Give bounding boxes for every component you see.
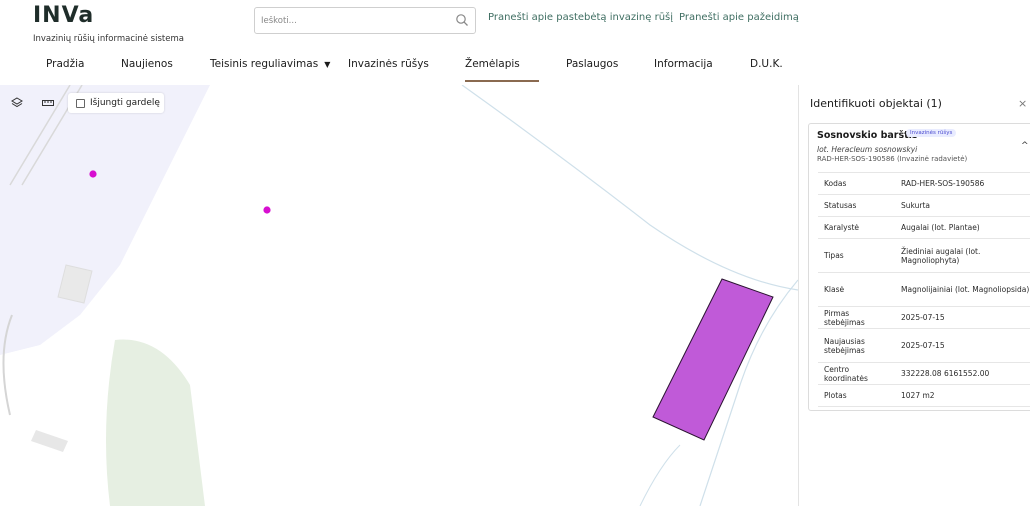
attribute-table: Kodas RAD-HER-SOS-190586 Statusas Sukurt… bbox=[818, 172, 1030, 407]
attr-key: Naujausias stebėjimas bbox=[818, 328, 895, 363]
nav-item-invazines-rusys[interactable]: Invazinės rūšys bbox=[348, 58, 429, 82]
attr-key: Pirmas stebėjimas bbox=[818, 306, 895, 329]
grid-checkbox[interactable] bbox=[76, 98, 85, 108]
main-nav: Pradžia Naujienos Teisinis reguliavimas ▼… bbox=[0, 58, 1030, 84]
search-input[interactable] bbox=[255, 8, 450, 33]
attr-value: Sukurta bbox=[895, 194, 1030, 217]
search-icon[interactable] bbox=[455, 13, 469, 27]
attr-key: Statusas bbox=[818, 194, 895, 217]
object-card: Sosnovskio barštis Invazinės rūšys lot. … bbox=[808, 123, 1030, 411]
nav-item-teisinis[interactable]: Teisinis reguliavimas ▼ bbox=[210, 58, 330, 82]
site-subtitle: Invazinių rūšių informacinė sistema bbox=[33, 34, 184, 44]
site-header: INVa Invazinių rūšių informacinė sistema… bbox=[0, 0, 1030, 88]
nav-item-teisinis-label: Teisinis reguliavimas bbox=[210, 58, 319, 70]
grid-toggle-label: Išjungti gardelę bbox=[90, 98, 160, 108]
table-row: Tipas Žiediniai augalai (lot. Magnolioph… bbox=[818, 238, 1030, 273]
attr-key: Klasė bbox=[818, 272, 895, 307]
observation-point[interactable] bbox=[89, 170, 97, 178]
report-species-link[interactable]: Pranešti apie pastebėtą invazinę rūšį bbox=[488, 12, 673, 23]
chevron-up-icon[interactable]: ^ bbox=[1021, 141, 1029, 151]
attr-value: Augalai (lot. Plantae) bbox=[895, 216, 1030, 239]
nav-item-paslaugos[interactable]: Paslaugos bbox=[566, 58, 618, 82]
nav-item-pradzia[interactable]: Pradžia bbox=[46, 58, 84, 82]
search-box bbox=[254, 7, 476, 34]
chevron-down-icon: ▼ bbox=[324, 60, 331, 69]
map-layer bbox=[0, 85, 798, 506]
attr-key: Tipas bbox=[818, 238, 895, 273]
grid-toggle[interactable]: Išjungti gardelę bbox=[68, 93, 164, 113]
species-latin-name: lot. Heracleum sosnowskyi bbox=[817, 145, 918, 154]
object-code: RAD-HER-SOS-190586 (Invazinė radavietė) bbox=[817, 155, 968, 163]
report-violation-link[interactable]: Pranešti apie pažeidimą bbox=[679, 12, 799, 23]
table-row: Naujausias stebėjimas 2025-07-15 bbox=[818, 328, 1030, 363]
attr-value: Magnolijainiai (lot. Magnoliopsida) bbox=[895, 272, 1030, 307]
nav-item-duk[interactable]: D.U.K. bbox=[750, 58, 783, 82]
attr-key: Plotas bbox=[818, 384, 895, 407]
layers-icon[interactable] bbox=[7, 93, 27, 113]
panel-title: Identifikuoti objektai (1) bbox=[810, 97, 942, 110]
map-canvas[interactable] bbox=[0, 85, 798, 506]
attr-value: 332228.08 6161552.00 bbox=[895, 362, 1030, 385]
nav-item-informacija[interactable]: Informacija bbox=[654, 58, 713, 82]
attr-key: Centro koordinatės bbox=[818, 362, 895, 385]
attr-value: 2025-07-15 bbox=[895, 306, 1030, 329]
close-icon[interactable]: × bbox=[1018, 97, 1027, 110]
inva-logo[interactable]: INVa bbox=[33, 3, 94, 28]
nav-item-zemelapis[interactable]: Žemėlapis bbox=[465, 58, 539, 82]
table-row: Statusas Sukurta bbox=[818, 194, 1030, 217]
table-row: Pirmas stebėjimas 2025-07-15 bbox=[818, 306, 1030, 329]
table-row: Centro koordinatės 332228.08 6161552.00 bbox=[818, 362, 1030, 385]
species-name: Sosnovskio barštis bbox=[817, 130, 918, 141]
attr-key: Karalystė bbox=[818, 216, 895, 239]
attr-value: 2025-07-15 bbox=[895, 328, 1030, 363]
table-row: Kodas RAD-HER-SOS-190586 bbox=[818, 172, 1030, 195]
attr-value: RAD-HER-SOS-190586 bbox=[895, 172, 1030, 195]
table-row: Plotas 1027 m2 bbox=[818, 384, 1030, 407]
attr-value: 1027 m2 bbox=[895, 384, 1030, 407]
table-row: Klasė Magnolijainiai (lot. Magnoliopsida… bbox=[818, 272, 1030, 307]
identified-objects-panel: Identifikuoti objektai (1) × Sosnovskio … bbox=[798, 85, 1030, 506]
attr-value: Žiediniai augalai (lot. Magnoliophyta) bbox=[895, 238, 1030, 273]
table-row: Karalystė Augalai (lot. Plantae) bbox=[818, 216, 1030, 239]
ruler-icon[interactable] bbox=[38, 93, 58, 113]
nav-item-naujienos[interactable]: Naujienos bbox=[121, 58, 173, 82]
attr-key: Kodas bbox=[818, 172, 895, 195]
status-badge: Invazinės rūšys bbox=[906, 129, 957, 137]
observation-point[interactable] bbox=[263, 206, 271, 214]
